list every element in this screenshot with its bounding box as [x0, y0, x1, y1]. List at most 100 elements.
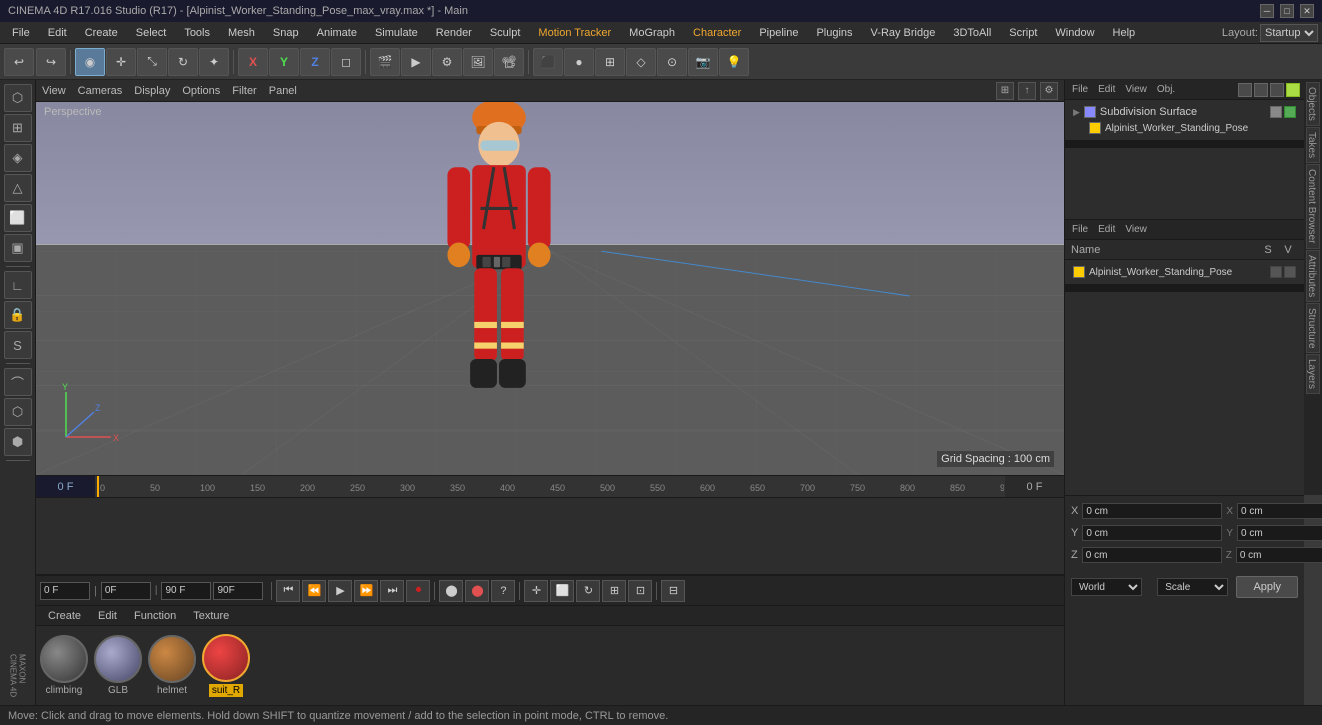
vh-cameras[interactable]: Cameras — [78, 85, 123, 97]
render-view-button[interactable]: ▶ — [401, 48, 431, 76]
record-mode-button[interactable]: ⬤ — [465, 580, 489, 602]
display-cam-button[interactable]: 📷 — [688, 48, 718, 76]
sb-box[interactable]: ▣ — [4, 234, 32, 262]
sp-view[interactable]: View — [1122, 224, 1150, 235]
vh-options[interactable]: Options — [182, 85, 220, 97]
scene-scrollbar[interactable] — [1065, 284, 1304, 292]
menu-render[interactable]: Render — [428, 25, 480, 41]
start-frame-input[interactable] — [101, 582, 151, 600]
menu-character[interactable]: Character — [685, 25, 749, 41]
current-frame-input[interactable] — [40, 582, 90, 600]
tab-layers[interactable]: Layers — [1306, 354, 1320, 394]
menu-window[interactable]: Window — [1047, 25, 1102, 41]
vh-filter[interactable]: Filter — [232, 85, 256, 97]
material-suit-r[interactable]: suit_R — [202, 634, 250, 697]
obj-expand-1[interactable]: ▶ — [1073, 107, 1080, 118]
rotate-button[interactable]: ↻ — [168, 48, 198, 76]
menu-animate[interactable]: Animate — [309, 25, 365, 41]
op-icon-search[interactable] — [1238, 83, 1252, 97]
go-start-button[interactable]: ⏮ — [276, 580, 300, 602]
timeline-tracks[interactable] — [36, 498, 1064, 575]
display-light-button[interactable]: 💡 — [719, 48, 749, 76]
scale-button[interactable]: ⤡ — [137, 48, 167, 76]
sb-hex[interactable]: ⬢ — [4, 428, 32, 456]
motion-path-button[interactable]: ? — [491, 580, 515, 602]
end-frame-input[interactable] — [161, 582, 211, 600]
menu-select[interactable]: Select — [128, 25, 175, 41]
op-obj[interactable]: Obj. — [1154, 84, 1178, 95]
op-icon-color[interactable] — [1286, 83, 1300, 97]
render-picture-button[interactable]: 🖼 — [463, 48, 493, 76]
minimize-button[interactable]: ─ — [1260, 4, 1274, 18]
redo-button[interactable]: ↪ — [36, 48, 66, 76]
menu-motion-tracker[interactable]: Motion Tracker — [530, 25, 619, 41]
tab-takes[interactable]: Takes — [1306, 127, 1320, 163]
menu-pipeline[interactable]: Pipeline — [751, 25, 806, 41]
material-helmet[interactable]: helmet — [148, 635, 196, 696]
op-icon-filter[interactable] — [1254, 83, 1268, 97]
move-button[interactable]: ✛ — [106, 48, 136, 76]
mp-texture[interactable]: Texture — [185, 608, 237, 624]
obj-alpinist[interactable]: Alpinist_Worker_Standing_Pose — [1069, 120, 1300, 136]
layout-select[interactable]: Startup — [1260, 24, 1318, 42]
sb-cube[interactable]: ⬜ — [4, 204, 32, 232]
sb-s[interactable]: S — [4, 331, 32, 359]
scene-v-icon[interactable] — [1284, 266, 1296, 278]
menu-snap[interactable]: Snap — [265, 25, 307, 41]
menu-file[interactable]: File — [4, 25, 38, 41]
menu-tools[interactable]: Tools — [176, 25, 218, 41]
layout-button[interactable]: ⊟ — [661, 580, 685, 602]
scene-alpinist[interactable]: Alpinist_Worker_Standing_Pose — [1069, 264, 1300, 280]
obj-active-1[interactable] — [1284, 106, 1296, 118]
menu-edit[interactable]: Edit — [40, 25, 75, 41]
ap-coord-select[interactable]: World Local Object — [1071, 578, 1142, 596]
vh-panel[interactable]: Panel — [269, 85, 297, 97]
mp-create[interactable]: Create — [40, 608, 89, 624]
undo-button[interactable]: ↩ — [4, 48, 34, 76]
keyframe-param-button[interactable]: ⊡ — [628, 580, 652, 602]
objects-scrollbar[interactable] — [1065, 140, 1304, 148]
sb-lock[interactable]: 🔒 — [4, 301, 32, 329]
ap-y-input2[interactable] — [1237, 525, 1322, 541]
ap-x-input2[interactable] — [1237, 503, 1322, 519]
vc-settings[interactable]: ⚙ — [1040, 82, 1058, 100]
sb-brush[interactable]: ⌒ — [4, 368, 32, 396]
menu-create[interactable]: Create — [77, 25, 126, 41]
sb-checkerboard[interactable]: ⊞ — [4, 114, 32, 142]
sb-shape[interactable]: △ — [4, 174, 32, 202]
timeline-ruler[interactable]: 0 50 100 150 200 250 300 350 400 450 500… — [96, 476, 1004, 497]
mp-edit[interactable]: Edit — [90, 608, 125, 624]
sb-polygons[interactable]: ⬡ — [4, 84, 32, 112]
render-region-button[interactable]: 🎬 — [370, 48, 400, 76]
material-climbing[interactable]: climbing — [40, 635, 88, 696]
op-edit[interactable]: Edit — [1095, 84, 1118, 95]
display-grid-button[interactable]: ⊞ — [595, 48, 625, 76]
vc-expand[interactable]: ⊞ — [996, 82, 1014, 100]
sp-edit[interactable]: Edit — [1095, 224, 1118, 235]
display-iso-button[interactable]: ⊙ — [657, 48, 687, 76]
menu-help[interactable]: Help — [1105, 25, 1144, 41]
op-view[interactable]: View — [1122, 84, 1150, 95]
viewport[interactable]: Perspective X Y Z — [36, 102, 1064, 475]
display-cube-button[interactable]: ⬛ — [533, 48, 563, 76]
op-icon-settings[interactable] — [1270, 83, 1284, 97]
vh-display[interactable]: Display — [134, 85, 170, 97]
menu-simulate[interactable]: Simulate — [367, 25, 426, 41]
go-end-button[interactable]: ⏭ — [380, 580, 404, 602]
tab-objects[interactable]: Objects — [1306, 82, 1320, 126]
tab-content-browser[interactable]: Content Browser — [1306, 164, 1320, 248]
end-frame-input2[interactable] — [213, 582, 263, 600]
display-wire-button[interactable]: ◇ — [626, 48, 656, 76]
next-frame-button[interactable]: ⏩ — [354, 580, 378, 602]
menu-plugins[interactable]: Plugins — [808, 25, 860, 41]
op-file[interactable]: File — [1069, 84, 1091, 95]
display-sphere-button[interactable]: ● — [564, 48, 594, 76]
menu-vray[interactable]: V-Ray Bridge — [863, 25, 944, 41]
menu-sculpt[interactable]: Sculpt — [482, 25, 529, 41]
x-axis-button[interactable]: X — [238, 48, 268, 76]
select-button[interactable]: ✦ — [199, 48, 229, 76]
ap-z-input[interactable] — [1082, 547, 1222, 563]
y-axis-button[interactable]: Y — [269, 48, 299, 76]
prev-frame-button[interactable]: ⏪ — [302, 580, 326, 602]
maximize-button[interactable]: □ — [1280, 4, 1294, 18]
